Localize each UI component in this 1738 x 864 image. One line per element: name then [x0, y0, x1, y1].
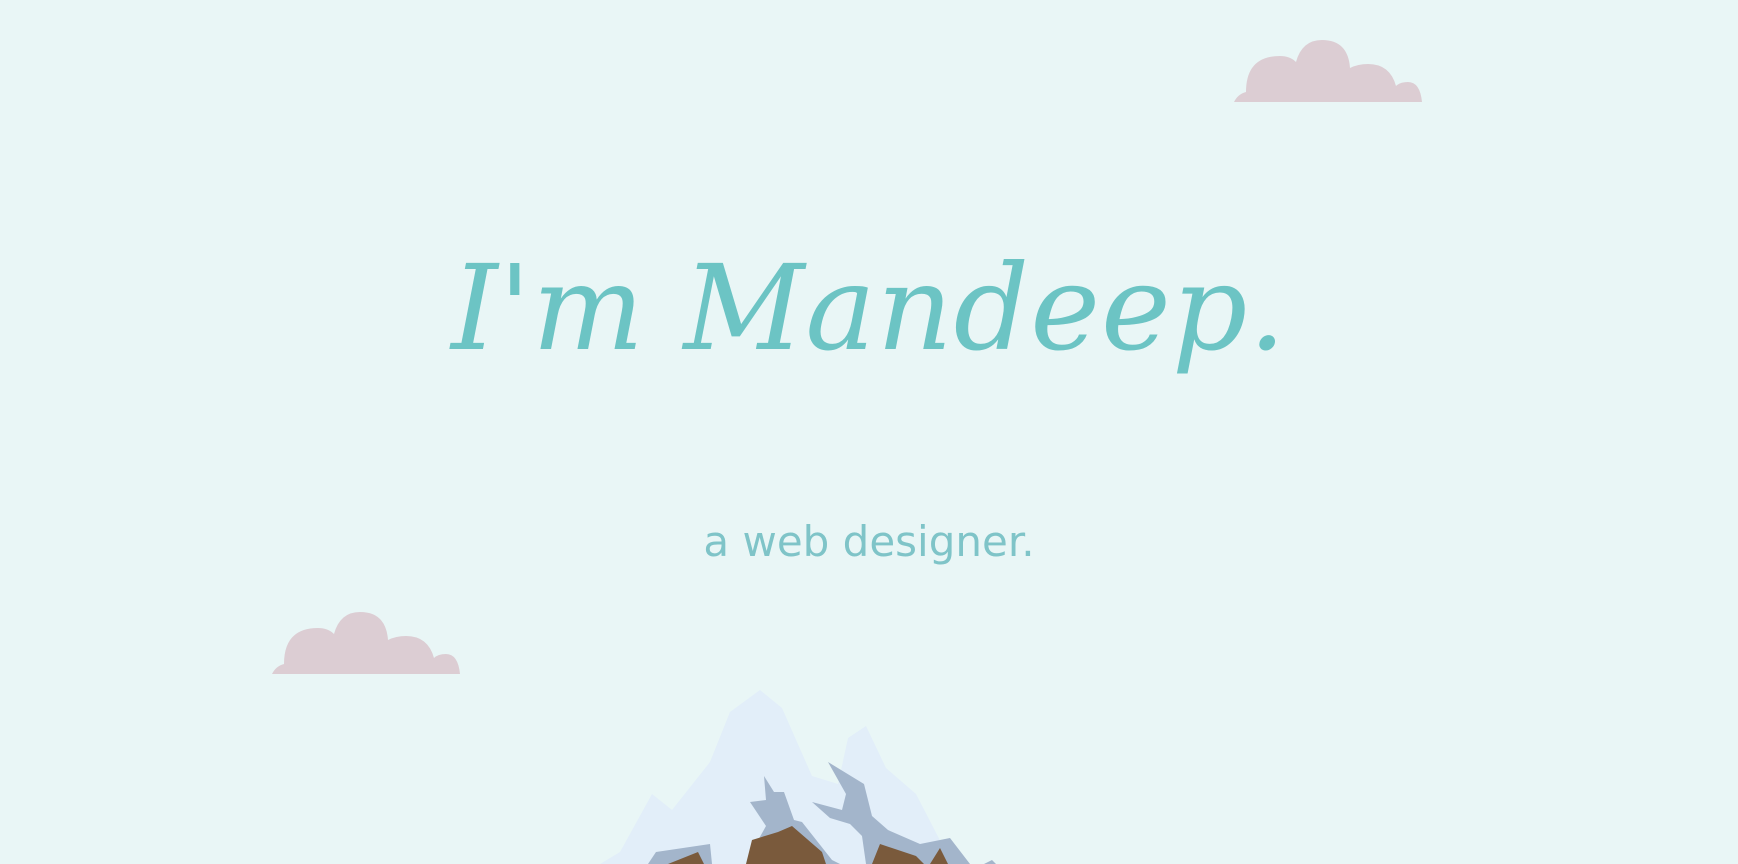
landing-page: I'm Mandeep. a web designer.: [0, 0, 1738, 864]
hero-subtitle: a web designer.: [703, 517, 1035, 566]
cloud-icon: [272, 612, 460, 674]
cloud-icon: [1234, 40, 1422, 102]
hero-title: I'm Mandeep.: [451, 239, 1287, 377]
mountain-icon: [600, 690, 996, 864]
